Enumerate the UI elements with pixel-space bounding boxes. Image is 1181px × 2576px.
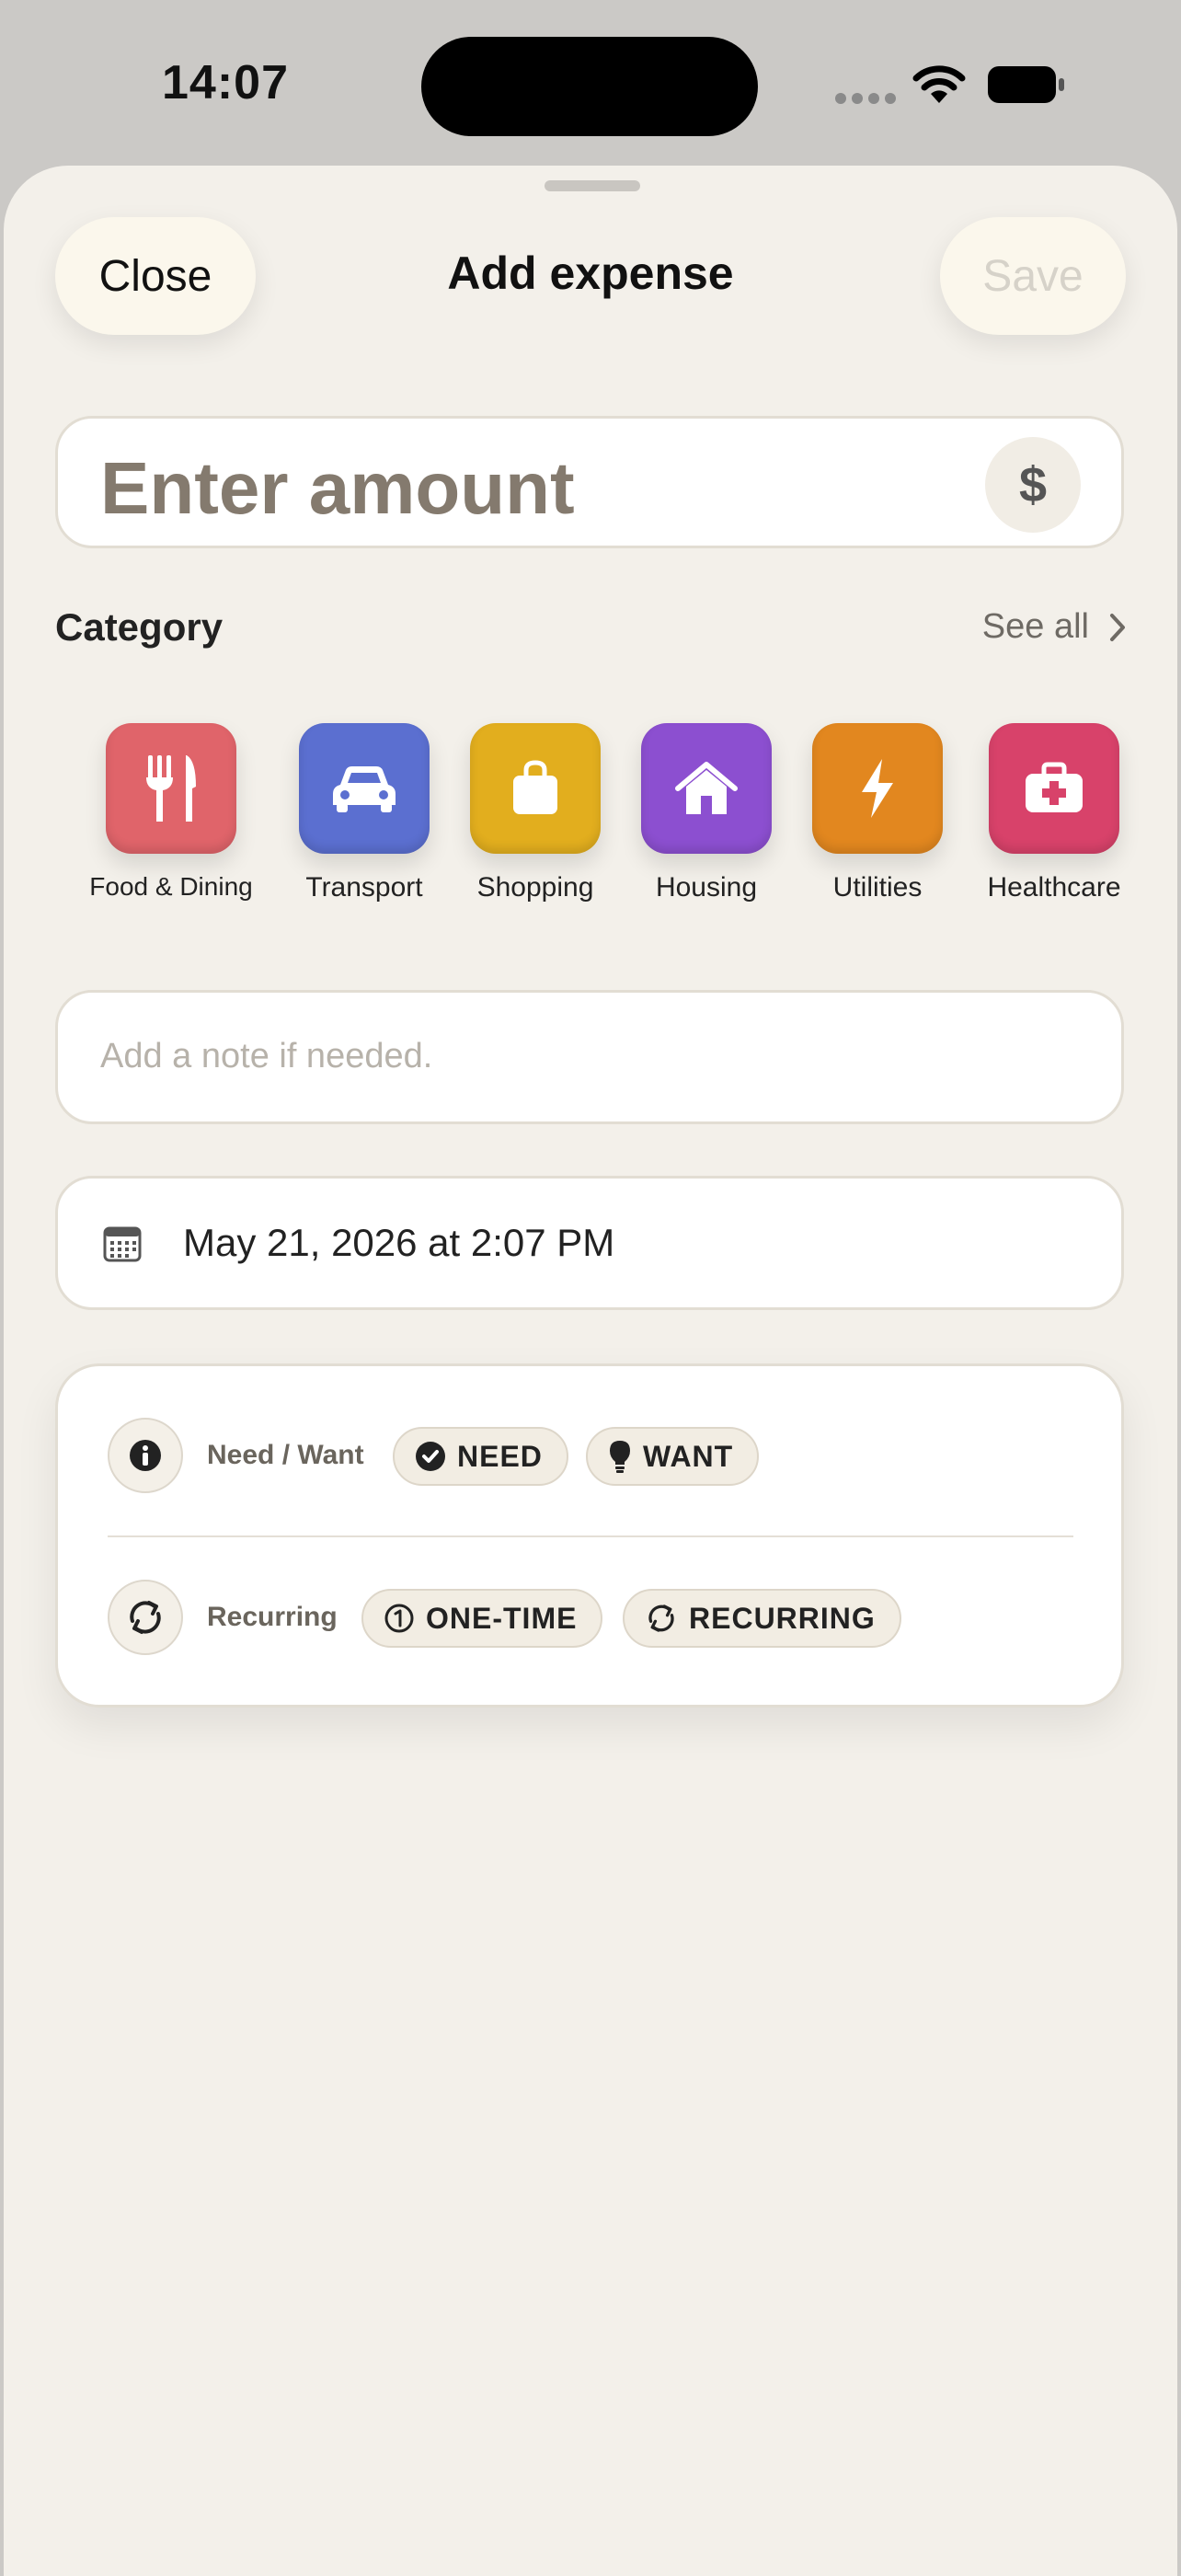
need-want-label: Need / Want [207, 1440, 364, 1470]
recurring-chip-label: RECURRING [689, 1601, 876, 1635]
bolt-icon [812, 723, 943, 854]
category-utilities[interactable]: Utilities [793, 723, 962, 903]
need-chip-label: NEED [457, 1439, 543, 1473]
category-shopping[interactable]: Shopping [451, 723, 620, 903]
need-chip[interactable]: NEED [393, 1427, 568, 1486]
date-picker-field[interactable]: May 21, 2026 at 2:07 PM [55, 1176, 1124, 1310]
repeat-icon[interactable] [108, 1580, 183, 1655]
chevron-right-icon [1110, 613, 1125, 641]
recurring-label: Recurring [207, 1602, 338, 1632]
amount-input[interactable]: Enter amount $ [55, 416, 1124, 548]
amount-placeholder: Enter amount [100, 447, 575, 529]
category-label-food-dining: Food & Dining [89, 872, 253, 901]
options-card: Need / Want NEED WANT Recurring ONE-TIME… [55, 1363, 1124, 1708]
category-label-transport: Transport [305, 872, 423, 903]
options-divider [108, 1535, 1073, 1537]
lightbulb-icon [610, 1441, 630, 1473]
number-one-circle-icon [384, 1604, 414, 1633]
status-bar: 14:07 [0, 0, 1181, 166]
fork-knife-icon [106, 723, 236, 854]
dynamic-island [421, 37, 758, 136]
note-input[interactable]: Add a note if needed. [55, 990, 1124, 1124]
shopping-bag-icon [470, 723, 601, 854]
see-all-label: See all [981, 607, 1089, 646]
note-placeholder: Add a note if needed. [100, 1037, 433, 1075]
category-food-dining[interactable]: Food & Dining [59, 723, 283, 902]
sheet-grabber[interactable] [545, 180, 640, 191]
recurring-chip[interactable]: RECURRING [623, 1589, 901, 1648]
category-label-healthcare: Healthcare [987, 872, 1121, 903]
want-chip[interactable]: WANT [586, 1427, 760, 1486]
house-icon [641, 723, 772, 854]
currency-button[interactable]: $ [985, 437, 1081, 533]
category-healthcare[interactable]: Healthcare [964, 723, 1144, 903]
category-label: Category [55, 605, 224, 649]
info-icon[interactable] [108, 1418, 183, 1493]
want-chip-label: WANT [643, 1439, 734, 1473]
one-time-chip-label: ONE-TIME [426, 1601, 578, 1635]
category-housing[interactable]: Housing [622, 723, 791, 903]
category-transport[interactable]: Transport [280, 723, 449, 903]
add-expense-sheet: Close Add expense Save Enter amount $ Ca… [4, 166, 1177, 2576]
one-time-chip[interactable]: ONE-TIME [361, 1589, 603, 1648]
see-all-link[interactable]: See all [982, 607, 1126, 647]
repeat-small-icon [648, 1604, 674, 1632]
category-label-utilities: Utilities [832, 872, 923, 903]
battery-icon [988, 66, 1065, 103]
date-value: May 21, 2026 at 2:07 PM [183, 1221, 615, 1264]
wifi-icon [912, 65, 966, 103]
category-label-housing: Housing [655, 872, 758, 903]
signal-dots-icon [835, 92, 901, 109]
calendar-icon [103, 1226, 142, 1262]
save-button[interactable]: Save [940, 217, 1126, 335]
car-icon [299, 723, 430, 854]
checkmark-circle-icon [416, 1442, 445, 1471]
status-time: 14:07 [162, 56, 289, 109]
category-label-shopping: Shopping [476, 872, 594, 903]
medical-kit-icon [989, 723, 1119, 854]
